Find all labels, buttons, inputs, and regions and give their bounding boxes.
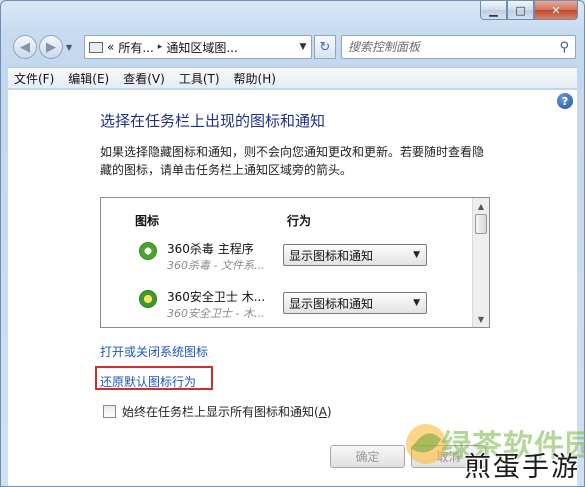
- list-scrollbar[interactable]: ▲ ▼: [472, 198, 489, 327]
- address-prefix[interactable]: «: [107, 40, 114, 54]
- checkbox-label: 始终在任务栏上显示所有图标和通知(A): [122, 405, 332, 419]
- column-header-behavior: 行为: [287, 214, 312, 228]
- search-icon[interactable]: ⚲: [559, 40, 569, 55]
- refresh-button[interactable]: ↻: [314, 35, 336, 59]
- menu-bar: 文件(F) 编辑(E) 查看(V) 工具(T) 帮助(H): [8, 67, 577, 89]
- control-panel-window: ▁ □ ✕ ◀ ▶ ▼ « 所有... ▸ 通知区域图... ▼ ↻ ⚲ 文件(…: [0, 0, 585, 487]
- menu-tools[interactable]: 工具(T): [179, 70, 220, 87]
- app-description: 360安全卫士 - 木...: [167, 307, 265, 320]
- maximize-button[interactable]: □: [507, 1, 534, 20]
- minimize-icon: ▁: [489, 3, 498, 17]
- breadcrumb-notification-area[interactable]: 通知区域图...: [166, 39, 237, 56]
- menu-view[interactable]: 查看(V): [123, 70, 165, 87]
- checkbox-box[interactable]: [103, 405, 116, 418]
- watermark-brand: 煎蛋手游: [464, 452, 580, 483]
- column-header-icons: 图标: [135, 214, 160, 228]
- chevron-down-icon: ▼: [413, 298, 420, 308]
- minimize-button[interactable]: ▁: [480, 1, 507, 20]
- close-icon: ✕: [551, 3, 561, 17]
- app-name: 360安全卫士 木...: [167, 290, 266, 304]
- address-bar[interactable]: « 所有... ▸ 通知区域图... ▼: [84, 35, 312, 59]
- search-input[interactable]: [348, 40, 548, 54]
- help-icon[interactable]: ?: [557, 93, 573, 109]
- maximize-icon: □: [515, 3, 526, 17]
- 360-antivirus-icon: [139, 242, 157, 260]
- app-name: 360杀毒 主程序: [167, 242, 254, 256]
- behavior-select[interactable]: 显示图标和通知 ▼: [283, 292, 427, 314]
- address-dropdown-icon[interactable]: ▼: [295, 42, 311, 52]
- scroll-up-icon[interactable]: ▲: [473, 198, 489, 214]
- notification-icons-list[interactable]: 图标 行为 360杀毒 主程序 360杀毒 - 文件系... 显示图标和通知 ▼…: [100, 197, 490, 328]
- close-button[interactable]: ✕: [534, 1, 578, 20]
- refresh-icon: ↻: [319, 39, 331, 55]
- chevron-down-icon: ▼: [413, 250, 420, 260]
- menu-help[interactable]: 帮助(H): [234, 70, 276, 87]
- menu-file[interactable]: 文件(F): [14, 70, 54, 87]
- behavior-select-value: 显示图标和通知: [289, 296, 374, 311]
- behavior-select-value: 显示图标和通知: [289, 248, 374, 263]
- page-description: 如果选择隐藏图标和通知，则不会向您通知更改和更新。若要随时查看隐藏的图标，请单击…: [100, 145, 485, 177]
- search-box[interactable]: ⚲: [341, 35, 576, 59]
- scroll-down-icon[interactable]: ▼: [473, 311, 489, 327]
- 360-safeguard-icon: [139, 290, 157, 308]
- navigation-bar: ◀ ▶ ▼ « 所有... ▸ 通知区域图... ▼ ↻ ⚲: [11, 33, 576, 61]
- behavior-select[interactable]: 显示图标和通知 ▼: [283, 244, 427, 266]
- list-item: 360杀毒 主程序 360杀毒 - 文件系... 显示图标和通知 ▼: [101, 238, 471, 282]
- forward-arrow-icon: ▶: [46, 39, 56, 55]
- restore-default-behavior-link[interactable]: 还原默认图标行为: [100, 373, 196, 390]
- recent-pages-dropdown[interactable]: ▼: [66, 43, 76, 53]
- page-title: 选择在任务栏上出现的图标和通知: [100, 112, 326, 130]
- back-button[interactable]: ◀: [13, 35, 37, 59]
- turn-system-icons-link[interactable]: 打开或关闭系统图标: [100, 343, 208, 360]
- back-arrow-icon: ◀: [20, 39, 30, 55]
- always-show-checkbox[interactable]: 始终在任务栏上显示所有图标和通知(A): [103, 403, 332, 420]
- breadcrumb-all[interactable]: 所有...: [118, 39, 153, 56]
- list-item: 360安全卫士 木... 360安全卫士 - 木... 显示图标和通知 ▼: [101, 286, 471, 327]
- menu-edit[interactable]: 编辑(E): [68, 70, 109, 87]
- caption-buttons: ▁ □ ✕: [480, 1, 578, 20]
- app-description: 360杀毒 - 文件系...: [167, 259, 265, 272]
- scroll-thumb[interactable]: [475, 214, 487, 234]
- forward-button[interactable]: ▶: [39, 35, 63, 59]
- breadcrumb-separator[interactable]: ▸: [158, 42, 163, 52]
- control-panel-icon: [89, 41, 103, 53]
- ok-button[interactable]: 确定: [330, 445, 405, 468]
